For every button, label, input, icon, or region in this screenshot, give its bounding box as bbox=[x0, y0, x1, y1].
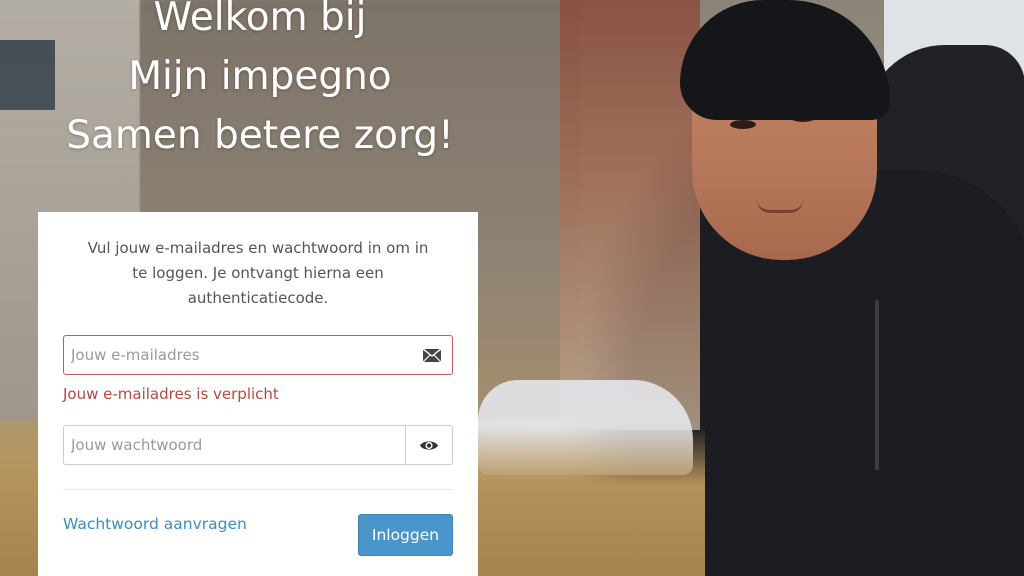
background-house bbox=[560, 0, 700, 430]
password-field bbox=[63, 425, 453, 465]
eye-icon[interactable] bbox=[405, 426, 452, 464]
person-photo bbox=[680, 0, 1024, 576]
headline-line-3: Samen betere zorg! bbox=[66, 113, 454, 158]
person-eye bbox=[730, 120, 756, 129]
envelope-icon bbox=[412, 336, 452, 374]
email-field bbox=[63, 335, 453, 375]
request-password-link[interactable]: Wachtwoord aanvragen bbox=[63, 515, 247, 533]
login-button[interactable]: Inloggen bbox=[358, 514, 453, 556]
person-hair bbox=[680, 0, 890, 120]
headline-line-1: Welkom bij bbox=[153, 0, 367, 40]
email-input[interactable] bbox=[64, 336, 412, 374]
headline-line-2: Mijn impegno bbox=[128, 54, 392, 99]
person-zipper bbox=[875, 300, 879, 470]
login-instructions: Vul jouw e-mailadres en wachtwoord in om… bbox=[87, 239, 429, 307]
welcome-headline: Welkom bij Mijn impegno Samen betere zor… bbox=[30, 0, 490, 165]
password-input[interactable] bbox=[64, 426, 405, 464]
login-card: Vul jouw e-mailadres en wachtwoord in om… bbox=[38, 212, 478, 576]
email-error-message: Jouw e-mailadres is verplicht bbox=[63, 385, 279, 403]
person-mouth bbox=[757, 200, 803, 213]
card-footer: Wachtwoord aanvragen Inloggen bbox=[63, 490, 453, 556]
